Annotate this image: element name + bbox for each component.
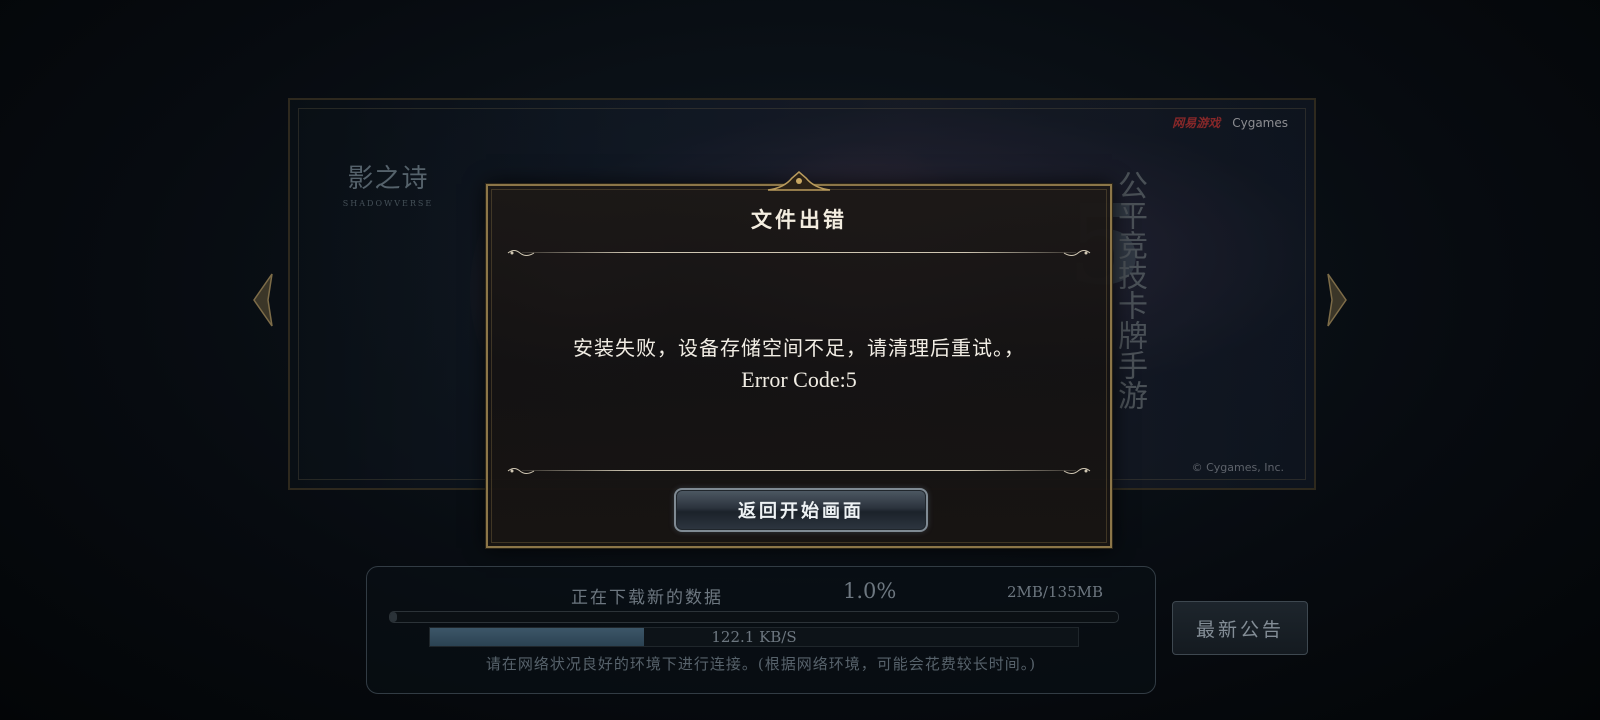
download-progress-fill <box>390 612 398 622</box>
netease-logo: 网易游戏 <box>1172 116 1221 130</box>
download-panel: 正在下载新的数据 1.0% 2MB/135MB 122.1 KB/S 请在网络状… <box>366 566 1156 694</box>
download-size: 2MB/135MB <box>1007 583 1103 601</box>
download-speed-bar: 122.1 KB/S <box>429 627 1079 647</box>
download-note: 请在网络状况良好的环境下进行连接。(根据网络环境，可能会花费较长时间。) <box>485 655 1037 673</box>
divider <box>506 466 1092 476</box>
divider-ornament-icon <box>507 468 535 474</box>
dialog-message: 安装失败，设备存储空间不足，请清理后重试。， Error Code:5 <box>508 332 1090 396</box>
return-to-title-button[interactable]: 返回开始画面 <box>674 488 928 532</box>
error-code: Error Code:5 <box>741 367 857 392</box>
game-logo-title: 影之诗 <box>347 164 429 194</box>
publisher-logos: 网易游戏 Cygames <box>1172 114 1288 131</box>
carousel-next-button[interactable] <box>1324 272 1350 328</box>
error-dialog: 文件出错 安装失败，设备存储空间不足，请清理后重试。， Error Code:5… <box>486 171 1112 548</box>
download-speed: 122.1 KB/S <box>711 628 797 646</box>
dialog-title: 文件出错 <box>751 207 847 232</box>
dialog-crown-ornament-icon <box>767 171 831 191</box>
chevron-right-icon <box>1327 273 1347 327</box>
download-percent: 1.0% <box>843 579 897 603</box>
chevron-left-icon <box>253 273 273 327</box>
game-logo-subtitle: SHADOWVERSE <box>342 199 434 208</box>
carousel-prev-button[interactable] <box>250 272 276 328</box>
promo-text: 公平竞技卡牌手游 <box>1112 170 1147 410</box>
copyright: © Cygames, Inc. <box>1191 461 1284 474</box>
latest-news-button[interactable]: 最新公告 <box>1172 601 1308 655</box>
error-message: 安装失败，设备存储空间不足，请清理后重试。， <box>573 336 1025 360</box>
download-progress-bar <box>389 611 1119 623</box>
divider-ornament-icon <box>1063 250 1091 256</box>
game-logo: 影之诗 SHADOWVERSE <box>338 144 438 228</box>
divider-ornament-icon <box>507 250 535 256</box>
divider <box>506 248 1092 258</box>
divider-ornament-icon <box>1063 468 1091 474</box>
cygames-logo: Cygames <box>1232 115 1288 130</box>
download-status: 正在下载新的数据 <box>571 588 723 608</box>
